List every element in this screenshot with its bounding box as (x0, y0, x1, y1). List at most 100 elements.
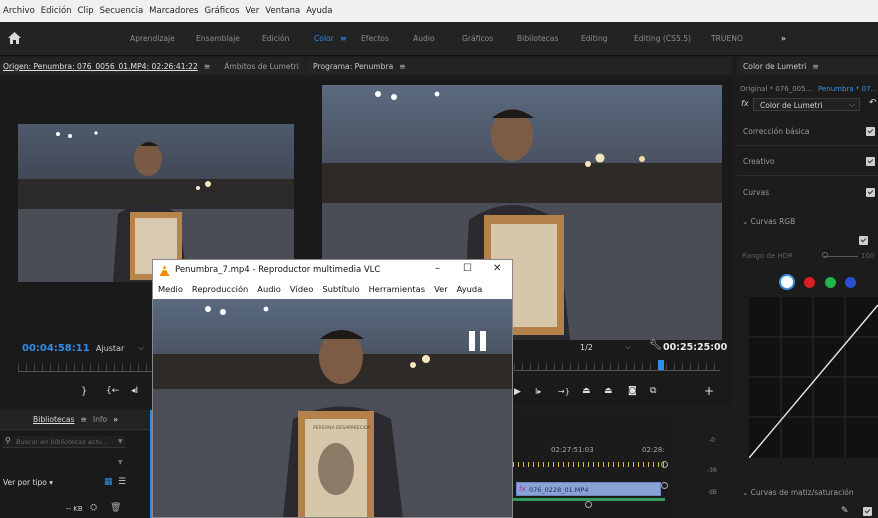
lumetri-original-clip[interactable]: Original * 076_005... (740, 85, 812, 93)
workspace-tab-color[interactable]: Color (314, 34, 334, 43)
timeline-clip[interactable]: fx 076_0228_01.MP4 (516, 482, 661, 496)
menu-clip[interactable]: Clip (78, 6, 94, 16)
scroll-handle-icon[interactable] (661, 482, 668, 489)
step-back-icon[interactable]: ◂I (131, 386, 138, 396)
menu-secuencia[interactable]: Secuencia (100, 6, 144, 16)
hue-sat-curves-toggle[interactable]: ⌄ Curvas de matiz/saturación (742, 488, 854, 497)
step-forward-icon[interactable]: I▸ (535, 387, 541, 396)
libraries-menu-icon[interactable]: ≡ (80, 415, 86, 424)
channel-green-button[interactable] (825, 277, 836, 288)
rgb-curve-graph[interactable] (749, 297, 878, 458)
trash-icon[interactable]: 🗑︎ (110, 503, 121, 513)
vlc-menu-medio[interactable]: Medio (158, 284, 183, 294)
minimize-icon[interactable]: – (435, 263, 440, 274)
program-monitor-title[interactable]: Programa: Penumbra (313, 62, 393, 71)
source-fit-dropdown[interactable]: Ajustar (96, 344, 124, 353)
vlc-menu-reproduccion[interactable]: Reproducción (192, 284, 248, 294)
list-view-icon[interactable]: ☰ (118, 477, 126, 487)
hdr-slider[interactable] (824, 256, 858, 257)
channel-white-button[interactable] (781, 276, 793, 288)
mark-in-icon[interactable]: } (81, 386, 87, 397)
scroll-handle-icon[interactable] (661, 461, 668, 468)
lift-icon[interactable]: ⏏︎ (582, 386, 591, 396)
pause-icon[interactable] (469, 331, 475, 351)
section-curves[interactable]: Curvas (737, 178, 878, 206)
reset-icon[interactable]: ↶ (869, 98, 877, 108)
menu-graficos[interactable]: Gráficos (204, 6, 239, 16)
view-by-type-dropdown[interactable]: Ver por tipo ▾ (3, 478, 53, 487)
tab-lumetri-scopes[interactable]: Ámbitos de Lumetri (224, 62, 299, 71)
workspace-tab-ensamblaje[interactable]: Ensamblaje (196, 34, 240, 43)
menu-archivo[interactable]: Archivo (3, 6, 35, 16)
program-playhead[interactable] (658, 360, 664, 370)
timeline-ruler[interactable] (513, 462, 665, 467)
grid-view-icon[interactable]: ▦ (104, 477, 113, 487)
tab-source-monitor[interactable]: Origen: Penumbra: 076_0056_01.MP4: 02:26… (3, 62, 198, 71)
source-tab-menu-icon[interactable]: ≡ (204, 62, 210, 71)
lumetri-target-clip[interactable]: Penumbra * 07... (818, 85, 877, 93)
workspace-tab-graficos[interactable]: Gráficos (462, 34, 493, 43)
scroll-handle-icon[interactable] (585, 501, 592, 508)
workspace-overflow-button[interactable]: » (781, 34, 786, 43)
pause-icon[interactable] (480, 331, 486, 351)
program-menu-icon[interactable]: ≡ (399, 62, 405, 71)
workspace-tab-audio[interactable]: Audio (413, 34, 435, 43)
tab-info[interactable]: Info (93, 415, 107, 424)
curves-rgb-toggle[interactable]: ⌄ Curvas RGB (742, 217, 795, 226)
vlc-titlebar[interactable]: Penumbra_7.mp4 - Reproductor multimedia … (153, 260, 512, 280)
go-to-in-icon[interactable]: {← (106, 386, 119, 396)
eyedropper-icon[interactable]: ✎ (841, 506, 849, 516)
section-basic-correction[interactable]: Corrección básica (737, 118, 878, 146)
hdr-checkbox[interactable] (859, 236, 868, 245)
cloud-sync-icon[interactable]: ⛭ (90, 503, 97, 513)
camera-icon[interactable]: ◙ (628, 386, 637, 396)
creative-checkbox[interactable] (866, 157, 875, 166)
extract-icon[interactable]: ⏏︎ (604, 386, 613, 396)
program-time-ruler[interactable] (514, 363, 720, 371)
hdr-slider-handle[interactable] (822, 252, 828, 258)
section-creative[interactable]: Creativo (737, 148, 878, 176)
lumetri-menu-icon[interactable]: ≡ (812, 62, 818, 71)
vlc-menu-audio[interactable]: Audio (257, 284, 281, 294)
program-timecode[interactable]: 00:25:25:00 (663, 342, 727, 353)
source-time-ruler[interactable] (18, 364, 152, 372)
vlc-video-frame[interactable]: PERSONA DESAPARECIDA (153, 299, 513, 518)
vlc-menu-subtitulo[interactable]: Subtítulo (322, 284, 359, 294)
vlc-menu-ayuda[interactable]: Ayuda (457, 284, 483, 294)
menu-marcadores[interactable]: Marcadores (149, 6, 198, 16)
workspace-tab-editing[interactable]: Editing (581, 34, 607, 43)
add-button-icon[interactable]: + (704, 384, 714, 398)
program-resolution-dropdown[interactable]: 1/2 (580, 343, 593, 352)
home-icon[interactable] (8, 32, 21, 44)
chevron-down-icon[interactable]: ▼ (118, 459, 123, 466)
workspace-tab-trueno[interactable]: TRUENO (711, 34, 743, 43)
close-icon[interactable]: ✕ (493, 263, 501, 274)
lumetri-effect-dropdown[interactable]: Color de Lumetri ⌵ (753, 98, 860, 111)
lumetri-title[interactable]: Color de Lumetri (743, 62, 806, 71)
menu-ver[interactable]: Ver (245, 6, 259, 16)
workspace-tab-editing-cs55[interactable]: Editing (CS5.5) (634, 34, 691, 43)
workspace-tab-bibliotecas[interactable]: Bibliotecas (517, 34, 558, 43)
vlc-menu-video[interactable]: Vídeo (290, 284, 313, 294)
menu-edicion[interactable]: Edición (41, 6, 72, 16)
maximize-icon[interactable]: ☐ (463, 263, 472, 274)
wrench-icon[interactable]: 🔧︎ (649, 340, 662, 351)
chevron-down-icon[interactable]: ⌵ (138, 343, 144, 353)
compare-icon[interactable]: ⧉ (650, 386, 656, 396)
workspace-tab-efectos[interactable]: Efectos (361, 34, 389, 43)
libraries-search-field[interactable]: ⚲ Buscar en bibliotecas actu... ▼ (3, 436, 125, 448)
hue-sat-checkbox[interactable] (863, 507, 872, 516)
tab-libraries[interactable]: Bibliotecas (33, 415, 74, 424)
menu-ventana[interactable]: Ventana (265, 6, 300, 16)
curves-checkbox[interactable] (866, 187, 875, 197)
vlc-menu-ver[interactable]: Ver (434, 284, 448, 294)
menu-ayuda[interactable]: Ayuda (306, 6, 332, 16)
workspace-tab-edicion[interactable]: Edición (262, 34, 289, 43)
go-to-out-icon[interactable]: →} (558, 387, 570, 396)
channel-red-button[interactable] (804, 277, 815, 288)
basic-correction-checkbox[interactable] (866, 127, 875, 136)
vlc-menu-herramientas[interactable]: Herramientas (369, 284, 426, 294)
channel-blue-button[interactable] (845, 277, 856, 288)
source-timecode-display[interactable]: 00:04:58:11 (22, 343, 90, 354)
play-icon[interactable]: ▶ (514, 387, 521, 397)
